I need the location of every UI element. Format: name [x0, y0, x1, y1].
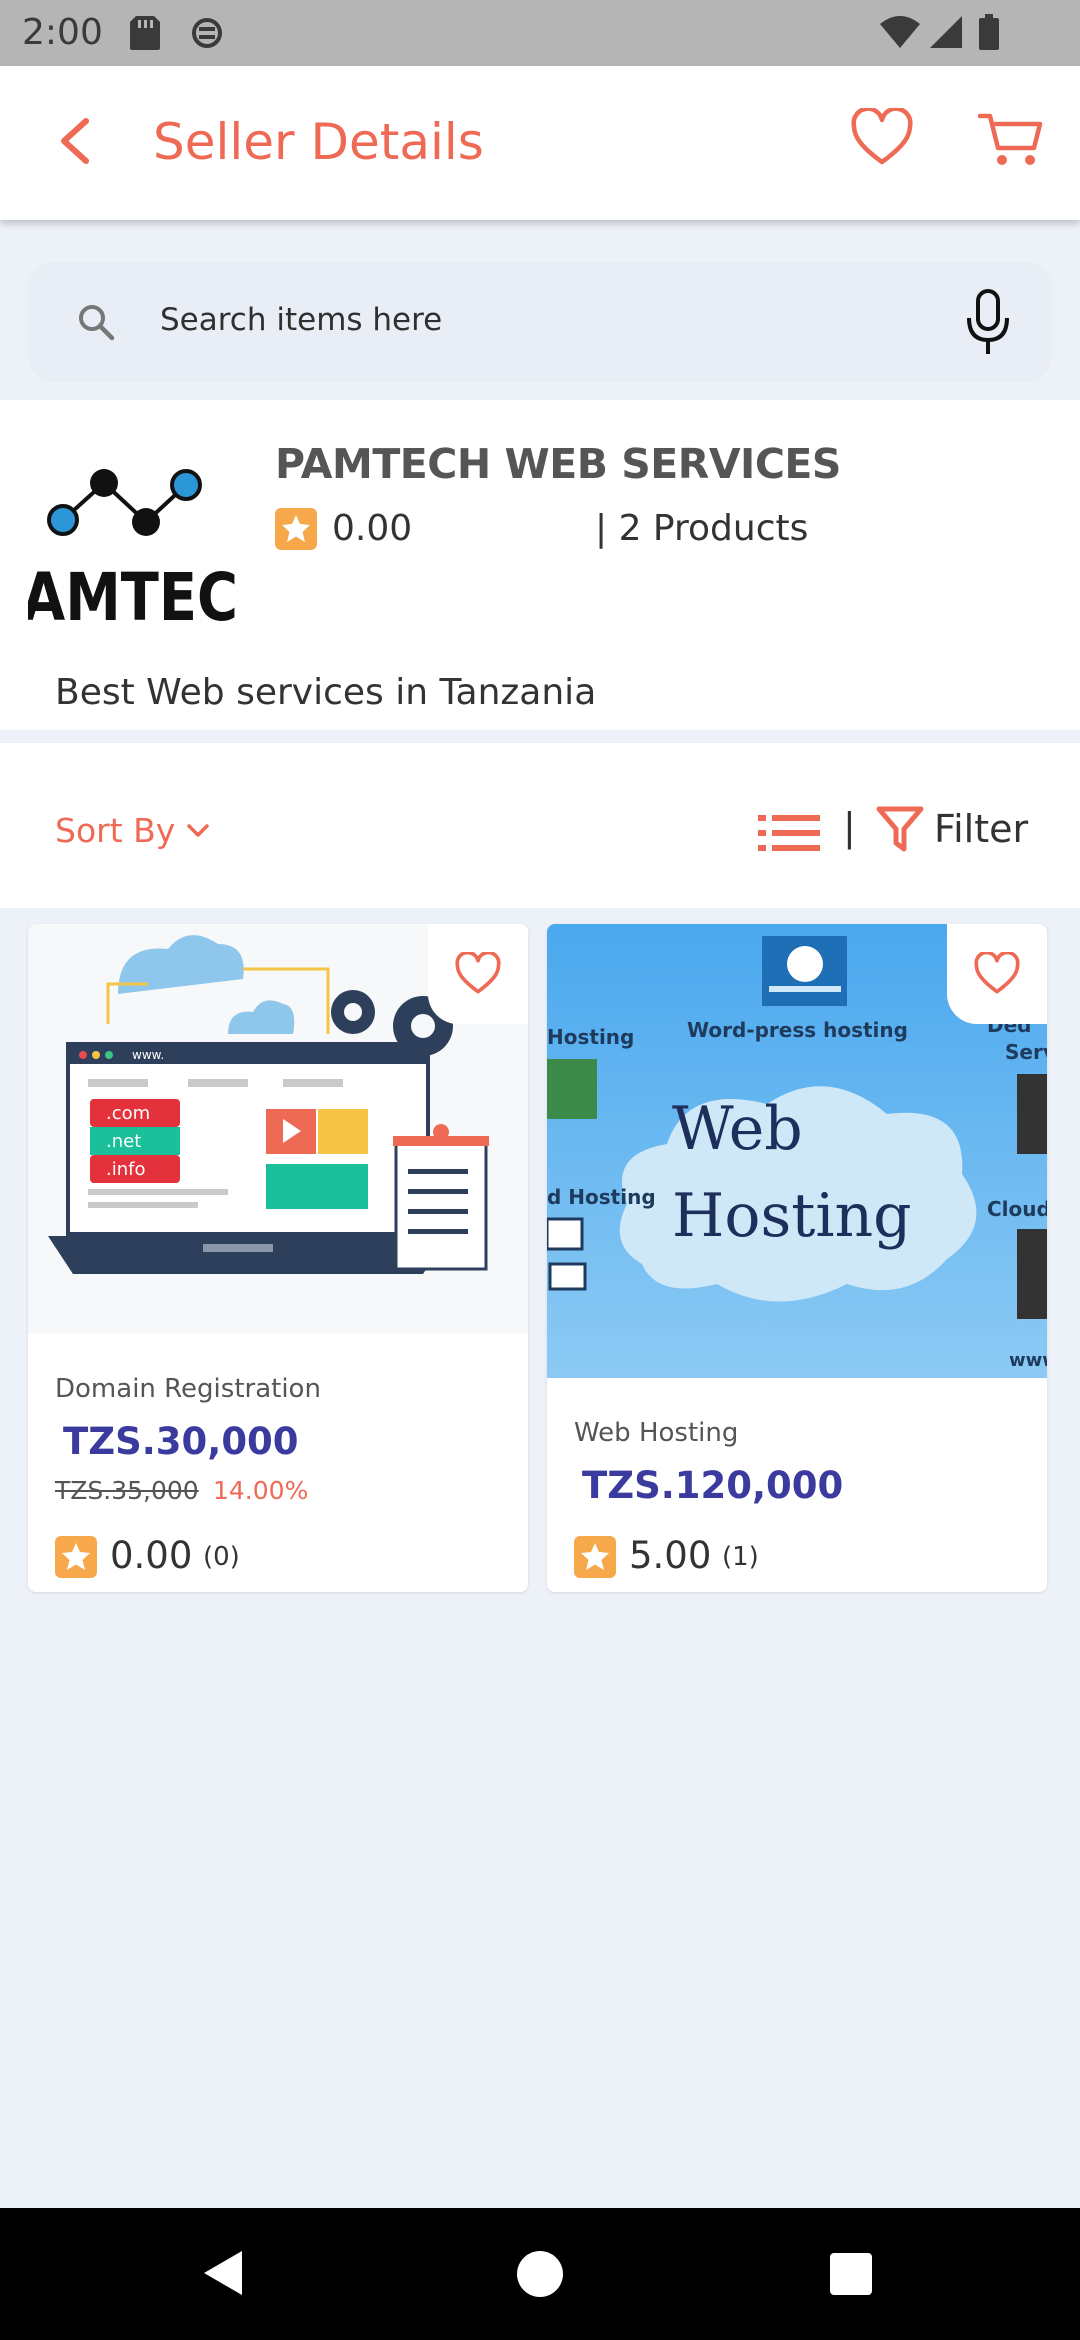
triangle-back-icon: [204, 2251, 242, 2295]
star-icon: [574, 1536, 616, 1582]
product-card[interactable]: .com .net .info www. Domain Registration…: [28, 924, 528, 1592]
image-label-serv: Serv: [1005, 1040, 1047, 1064]
wifi-icon: [878, 14, 922, 56]
image-label-d-hosting: d Hosting: [547, 1185, 656, 1209]
product-price: TZS.120,000: [582, 1464, 844, 1507]
product-rating: 5.00: [629, 1534, 712, 1577]
image-label-cloud: Cloud: [987, 1197, 1047, 1221]
image-label-info: .info: [106, 1159, 145, 1180]
seller-description: Best Web services in Tanzania: [55, 672, 597, 713]
product-original-price: TZS.35,000: [55, 1476, 199, 1505]
product-review-count: (1): [722, 1542, 759, 1572]
seller-logo: AMTEC: [22, 450, 238, 636]
app-bar: Seller Details: [0, 66, 1080, 220]
filter-label: Filter: [934, 807, 1029, 851]
sort-by-button[interactable]: Sort By: [55, 811, 210, 850]
search-bar[interactable]: Search items here: [28, 262, 1052, 382]
image-label-hosting: Hosting: [672, 1181, 912, 1251]
back-button[interactable]: [50, 111, 110, 171]
search-input[interactable]: Search items here: [160, 302, 442, 338]
star-icon: [55, 1536, 97, 1582]
heart-icon: [851, 106, 913, 165]
product-price: TZS.30,000: [63, 1420, 299, 1463]
status-bar: 2:00: [0, 0, 1080, 66]
image-label-hosting-left: Hosting: [547, 1025, 634, 1049]
chevron-down-icon: [187, 823, 210, 837]
image-label-web: Web: [672, 1094, 803, 1164]
product-review-count: (0): [203, 1542, 240, 1572]
list-view-icon[interactable]: [758, 813, 820, 857]
page-title: Seller Details: [153, 113, 484, 171]
search-icon: [76, 302, 116, 346]
seller-rating: 0.00: [332, 508, 413, 549]
cart-icon: [977, 113, 1043, 165]
nav-home-button[interactable]: [517, 2251, 563, 2297]
data-saver-icon: [190, 14, 224, 56]
back-arrow-icon: [61, 118, 89, 164]
image-label-net: .net: [106, 1131, 141, 1152]
toolbar-divider: |: [843, 805, 856, 849]
status-time: 2:00: [22, 12, 103, 53]
product-card[interactable]: Word-press hosting Hosting d Hosting Ded…: [547, 924, 1047, 1592]
nav-back-button[interactable]: [200, 2248, 246, 2302]
image-label-wordpress: Word-press hosting: [687, 1018, 908, 1042]
filter-icon: [876, 806, 924, 852]
seller-info: AMTEC PAMTECH WEB SERVICES 0.00 | 2 Prod…: [0, 400, 1080, 730]
image-label-www: www: [1009, 1350, 1047, 1371]
favorite-button[interactable]: [947, 924, 1047, 1024]
product-rating: 0.00: [110, 1534, 193, 1577]
seller-logo-text: AMTEC: [28, 559, 238, 625]
sort-by-label: Sort By: [55, 811, 176, 850]
sd-card-icon: [128, 14, 162, 56]
system-navigation-bar: [0, 2208, 1080, 2340]
product-discount: 14.00%: [213, 1476, 309, 1505]
filter-button[interactable]: Filter: [876, 805, 1028, 853]
signal-icon: [928, 14, 964, 56]
seller-product-count: | 2 Products: [595, 508, 809, 549]
wishlist-button[interactable]: [850, 106, 914, 172]
heart-icon: [455, 952, 501, 994]
cart-button[interactable]: [977, 108, 1044, 172]
microphone-icon[interactable]: [964, 288, 1012, 360]
star-icon: [275, 508, 317, 554]
heart-icon: [974, 952, 1020, 994]
image-label-www: www.: [132, 1048, 164, 1062]
product-name: Domain Registration: [55, 1374, 321, 1404]
seller-name: PAMTECH WEB SERVICES: [275, 440, 841, 488]
sort-filter-toolbar: Sort By | Filter: [0, 743, 1080, 908]
battery-icon: [978, 14, 1000, 56]
nav-recents-button[interactable]: [830, 2253, 872, 2295]
image-label-com: .com: [106, 1103, 150, 1124]
product-name: Web Hosting: [574, 1418, 739, 1448]
favorite-button[interactable]: [428, 924, 528, 1024]
